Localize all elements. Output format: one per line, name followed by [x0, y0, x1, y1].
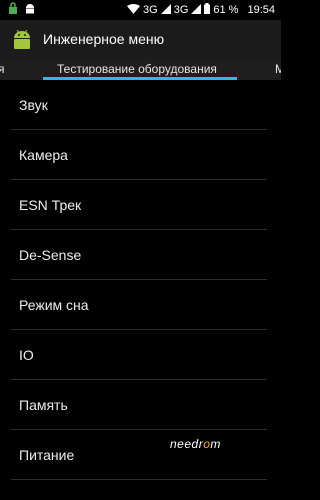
tab-hardware-testing[interactable]: Тестирование оборудования — [57, 62, 217, 76]
android-app-icon[interactable] — [10, 27, 34, 51]
list-item-label: Питание — [19, 447, 75, 463]
needrom-watermark: needrom — [170, 437, 221, 451]
list-item-sound[interactable]: Звук — [0, 80, 281, 130]
action-bar: Инженерное меню — [0, 20, 281, 58]
hardware-test-list: Звук Камера ESN Трек De-Sense Режим сна … — [0, 80, 281, 480]
status-left-icons — [0, 1, 36, 19]
list-item-label: Звук — [19, 97, 48, 113]
wifi-icon — [127, 3, 141, 17]
list-item-label: Память — [19, 397, 68, 413]
watermark-text-a: needr — [170, 437, 204, 451]
network-type-1: 3G — [143, 4, 158, 16]
list-item-power[interactable]: Питание — [0, 430, 281, 480]
list-item-camera[interactable]: Камера — [0, 130, 281, 180]
battery-icon — [204, 3, 211, 17]
list-item-esn-track[interactable]: ESN Трек — [0, 180, 281, 230]
list-item-label: Камера — [19, 147, 68, 163]
list-item-sleep-mode[interactable]: Режим сна — [0, 280, 281, 330]
list-item-de-sense[interactable]: De-Sense — [0, 230, 281, 280]
lock-icon — [8, 1, 18, 19]
network-type-2: 3G — [173, 4, 189, 16]
list-item-label: ESN Трек — [19, 197, 82, 213]
status-bar: 3G 3G 61 % 19:54 — [0, 0, 281, 20]
tab-previous[interactable]: я — [0, 62, 5, 76]
tab-next[interactable]: М — [275, 62, 281, 76]
signal-icon-1 — [160, 3, 171, 17]
list-item-label: Режим сна — [19, 297, 89, 313]
signal-icon-2 — [191, 3, 202, 17]
status-right-icons: 3G 3G 61 % 19:54 — [127, 0, 275, 20]
android-notification-icon — [24, 1, 36, 19]
list-item-label: IO — [19, 347, 34, 363]
battery-percent: 61 % — [213, 4, 239, 16]
list-item-label: De-Sense — [19, 247, 82, 263]
watermark-text-c: m — [210, 437, 221, 451]
clock: 19:54 — [247, 4, 275, 16]
list-item-memory[interactable]: Память — [0, 380, 281, 430]
page-title: Инженерное меню — [43, 31, 165, 47]
list-item-io[interactable]: IO — [0, 330, 281, 380]
